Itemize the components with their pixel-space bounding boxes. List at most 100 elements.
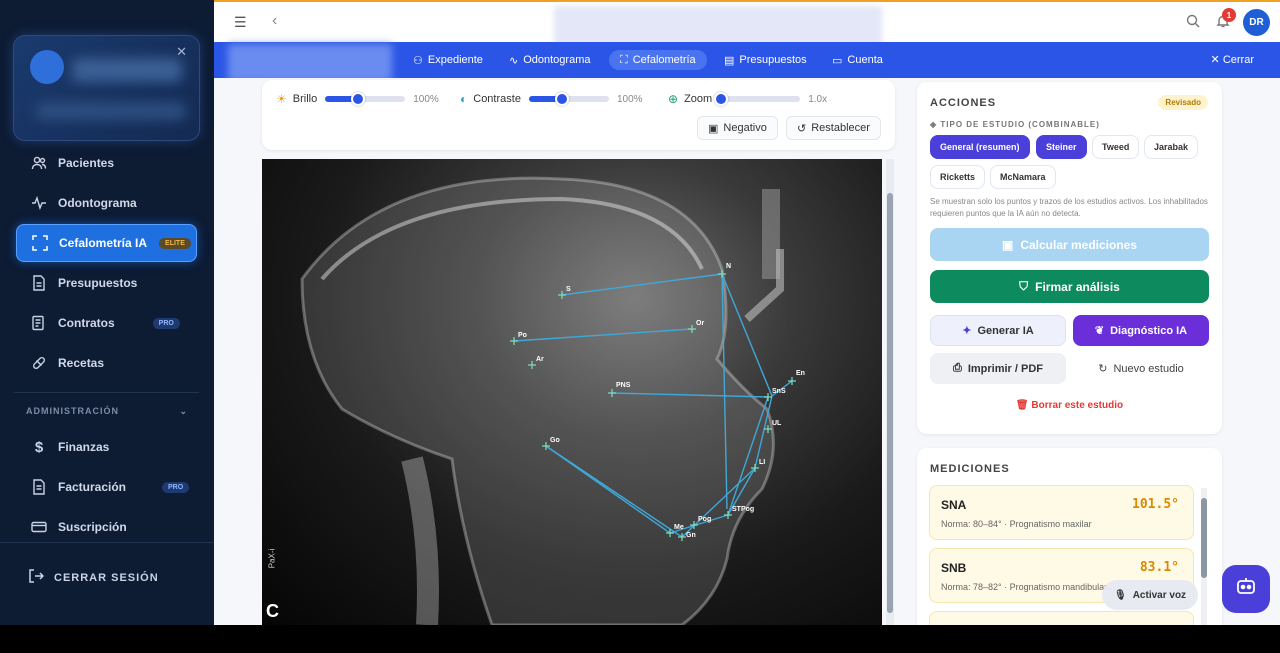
contrast-slider-knob[interactable] [554, 92, 569, 106]
landmark-pog[interactable]: Pog [690, 516, 711, 529]
study-chip-mcnamara[interactable]: McNamara [990, 165, 1056, 189]
landmark-s[interactable]: S [558, 286, 571, 299]
landmark-layer[interactable]: S N Po Or Ar PNS SnS En Go UL LI STPog Me Pog Gn [262, 159, 882, 625]
measurement-card-sna[interactable]: SNA 101.5° Norma: 80–84° · Prognatismo m… [929, 485, 1194, 540]
landmark-pns[interactable]: PNS [608, 382, 631, 397]
zoom-slider[interactable] [714, 92, 801, 106]
landmark-li[interactable]: LI [751, 459, 765, 472]
sidebar-item-facturacion[interactable]: Facturación PRO [16, 468, 197, 506]
sun-icon: ☀ [276, 92, 287, 106]
search-icon[interactable] [1186, 14, 1200, 33]
elite-badge: ELITE [159, 237, 191, 249]
landmark-label: Me [674, 524, 684, 531]
tab-expediente[interactable]: ⚇ Expediente [402, 50, 494, 70]
print-pdf-button[interactable]: ⎙ Imprimir / PDF [930, 353, 1066, 384]
chevron-left-icon[interactable]: ‹ [272, 12, 277, 30]
landmark-or[interactable]: Or [688, 320, 704, 333]
measurement-card-next[interactable] [929, 611, 1194, 625]
user-avatar[interactable]: DR [1243, 9, 1270, 36]
sidebar-item-suscripcion[interactable]: Suscripción [16, 508, 197, 546]
generate-ai-button[interactable]: ✦ Generar IA [930, 315, 1066, 346]
sidebar-item-cefalometria[interactable]: Cefalometría IA ELITE [16, 224, 197, 262]
document-icon [30, 274, 48, 292]
sidebar-item-recetas[interactable]: Recetas [16, 344, 197, 382]
sidebar-item-label: Facturación [58, 480, 127, 494]
new-study-button[interactable]: ↻ Nuevo estudio [1073, 353, 1209, 384]
tab-presupuestos[interactable]: ▤ Presupuestos [713, 50, 818, 70]
admin-heading: ADMINISTRACIÓN [26, 406, 119, 416]
study-chip-steiner[interactable]: Steiner [1036, 135, 1087, 159]
sidebar-item-presupuestos[interactable]: Presupuestos [16, 264, 197, 302]
logout-icon [28, 568, 45, 587]
assistant-bot-button[interactable] [1222, 565, 1270, 613]
landmark-go[interactable]: Go [542, 437, 560, 450]
viewer-scrollbar[interactable] [886, 159, 894, 625]
negative-label: Negativo [723, 122, 767, 134]
calc-label: Calcular mediciones [1020, 237, 1138, 252]
wallet-icon: ▭ [832, 54, 843, 67]
landmark-stpog[interactable]: STPog [724, 506, 754, 519]
study-chip-general[interactable]: General (resumen) [930, 135, 1030, 159]
calculate-measurements-button[interactable]: ▣ Calcular mediciones [930, 228, 1209, 261]
users-icon [30, 154, 48, 172]
study-chip-jarabak[interactable]: Jarabak [1144, 135, 1199, 159]
tab-cuenta[interactable]: ▭ Cuenta [821, 50, 894, 70]
tab-label: Presupuestos [739, 54, 807, 66]
landmark-en[interactable]: En [788, 370, 805, 385]
brightness-control: ☀ Brillo 100% [276, 92, 439, 106]
landmark-po[interactable]: Po [510, 332, 527, 345]
xray-viewer[interactable]: S N Po Or Ar PNS SnS En Go UL LI STPog Me Pog Gn PaX-i… [262, 159, 882, 625]
reset-button[interactable]: ↺ Restablecer [786, 116, 881, 140]
menu-icon[interactable]: ☰ [234, 14, 247, 31]
landmark-n[interactable]: N [718, 263, 731, 278]
sidebar-item-odontograma[interactable]: Odontograma [16, 184, 197, 222]
admin-section-toggle[interactable]: ADMINISTRACIÓN ⌄ [26, 406, 188, 417]
measurement-name: SNA [941, 498, 967, 512]
sidebar-item-pacientes[interactable]: Pacientes [16, 144, 197, 182]
image-icon: ▣ [708, 122, 719, 135]
measurements-scrollbar-thumb[interactable] [1201, 498, 1207, 578]
sidebar: ✕ Pacientes Odontograma Cefalometría IA … [0, 0, 214, 625]
xray-corner-label: C [266, 601, 279, 621]
landmark-me[interactable]: Me [666, 524, 684, 537]
tab-cefalometria[interactable]: ⛶ Cefalometría [609, 50, 707, 70]
contrast-slider[interactable] [528, 92, 609, 106]
zoom-slider-knob[interactable] [714, 92, 729, 106]
study-chip-tweed[interactable]: Tweed [1092, 135, 1140, 159]
pro-badge: PRO [152, 317, 180, 329]
scan-icon: ⛶ [620, 53, 628, 66]
landmark-label: Gn [686, 532, 696, 539]
sidebar-item-finanzas[interactable]: $ Finanzas [16, 428, 197, 466]
negative-button[interactable]: ▣ Negativo [697, 116, 778, 140]
logout-button[interactable]: CERRAR SESIÓN [28, 568, 159, 587]
sidebar-item-label: Odontograma [58, 196, 137, 210]
image-controls-panel: ☀ Brillo 100% ◐ Contraste 100% ⊕ Zoom 1.… [262, 80, 895, 150]
zoom-control: ⊕ Zoom 1.0x [668, 92, 827, 106]
sign-analysis-button[interactable]: ⛉ Firmar análisis [930, 270, 1209, 303]
landmark-gn[interactable]: Gn [678, 532, 696, 541]
diagnosis-ai-button[interactable]: ❦ Diagnóstico IA [1073, 315, 1209, 346]
actions-panel: ACCIONES Revisado ◈ TIPO DE ESTUDIO (COM… [917, 82, 1222, 434]
viewer-scrollbar-thumb[interactable] [887, 193, 893, 613]
brightness-slider[interactable] [325, 92, 406, 106]
shield-icon: ⛉ [1019, 279, 1029, 293]
sidebar-item-contratos[interactable]: Contratos PRO [16, 304, 197, 342]
invoice-icon [30, 478, 48, 496]
landmark-sns[interactable]: SnS [764, 388, 786, 401]
landmark-ar[interactable]: Ar [528, 356, 544, 369]
reset-label: Restablecer [811, 122, 870, 134]
voice-toggle-button[interactable]: 🎙 Activar voz [1102, 580, 1199, 610]
study-chip-ricketts[interactable]: Ricketts [930, 165, 986, 189]
landmark-ul[interactable]: UL [764, 420, 782, 433]
clinic-profile-card[interactable]: ✕ [13, 35, 200, 141]
delete-study-button[interactable]: 🗑 Borrar este estudio [930, 400, 1209, 411]
tab-odontograma[interactable]: ∿ Odontograma [498, 50, 601, 70]
scan-icon [31, 234, 49, 252]
save-icon: ▣ [1001, 237, 1014, 252]
measurements-scrollbar[interactable] [1201, 488, 1207, 625]
landmark-label: UL [772, 420, 782, 427]
close-patient-button[interactable]: ✕ Cerrar [1211, 53, 1254, 66]
close-icon[interactable]: ✕ [176, 44, 187, 60]
tab-label: Cefalometría [632, 54, 696, 66]
brightness-slider-knob[interactable] [351, 92, 366, 106]
